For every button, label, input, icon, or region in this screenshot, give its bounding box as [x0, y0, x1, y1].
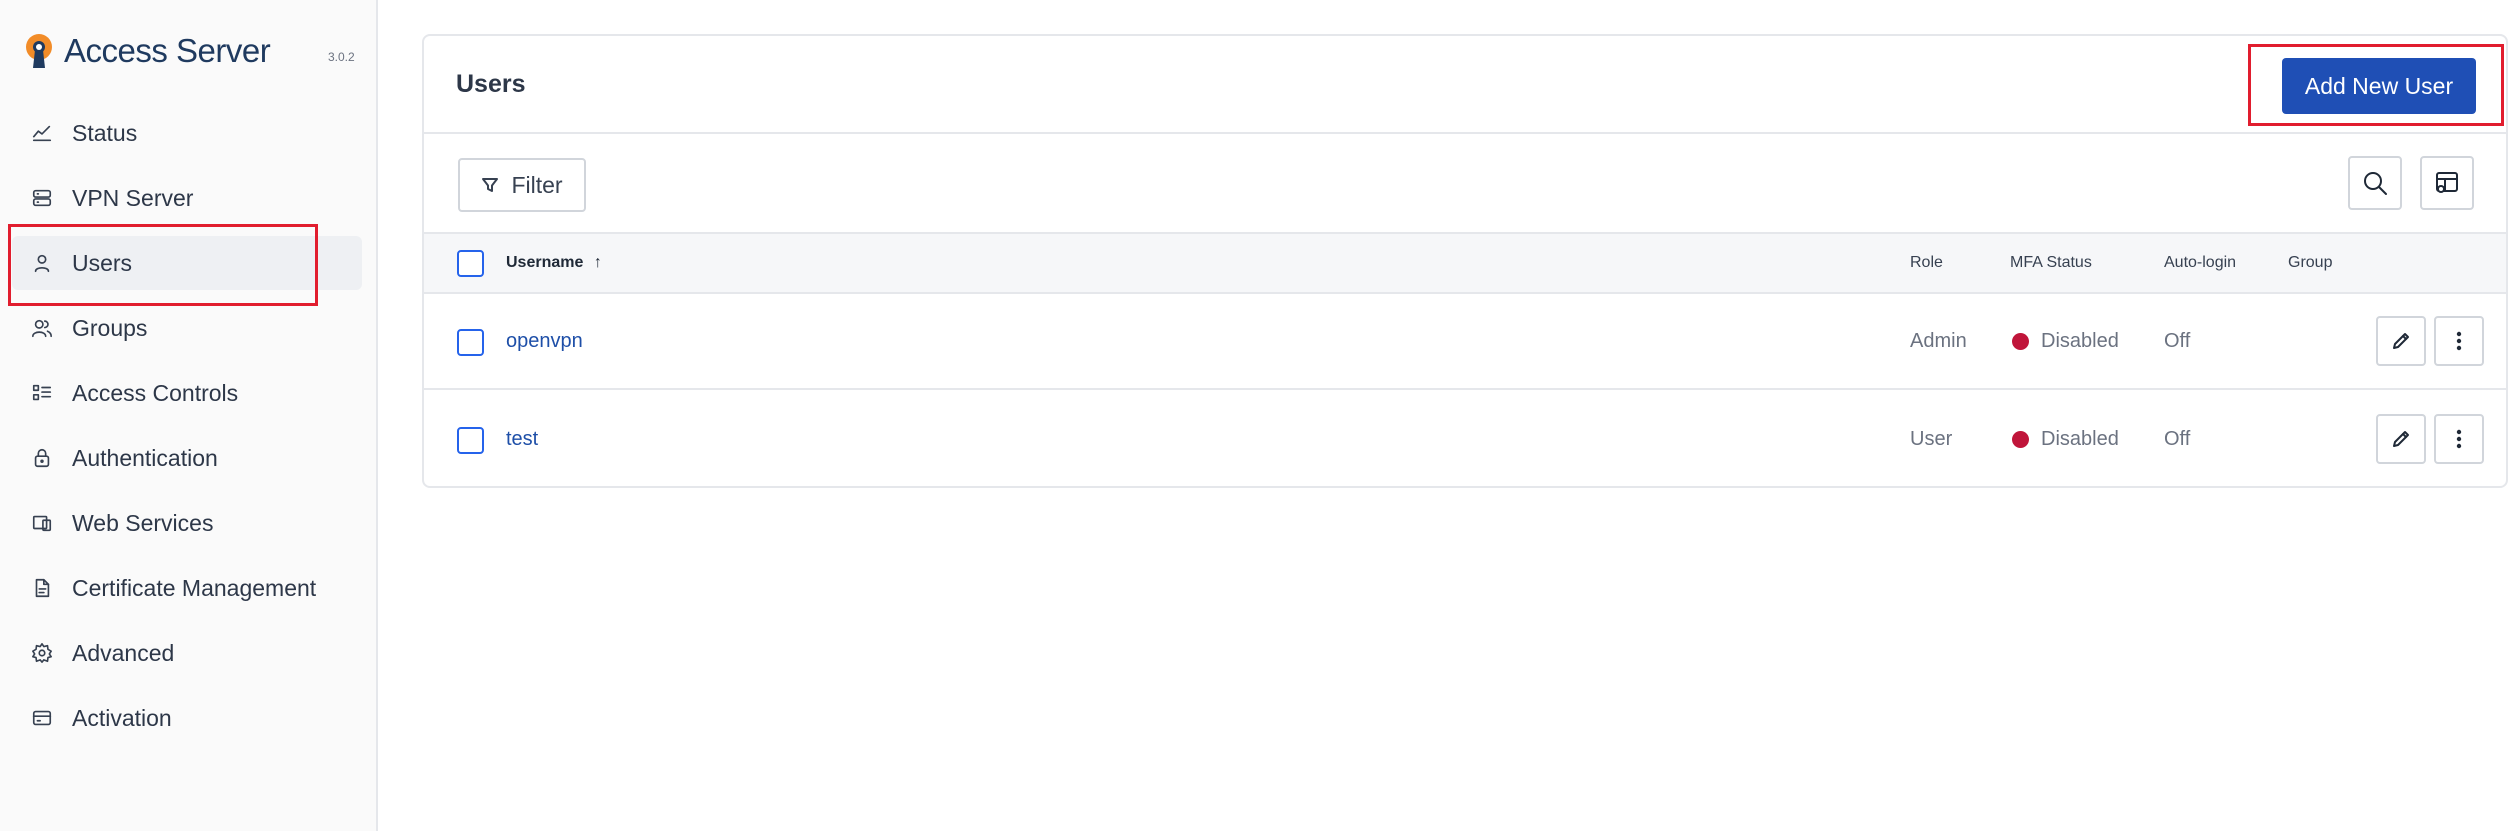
table-settings-icon	[2436, 172, 2458, 193]
pencil-icon	[2393, 431, 2409, 447]
row-checkbox[interactable]	[457, 329, 484, 356]
sidebar-item-web-services[interactable]: Web Services	[12, 496, 362, 550]
table-toolbar: Filter	[424, 134, 2506, 232]
status-chart-icon	[30, 121, 54, 145]
header-auto-login: Auto-login	[2164, 254, 2237, 271]
brand-name: Access Server	[64, 32, 271, 69]
search-button[interactable]	[2348, 156, 2402, 210]
devices-icon	[30, 511, 54, 535]
sidebar-item-groups[interactable]: Groups	[12, 301, 362, 355]
sidebar-item-label: Advanced	[72, 639, 175, 666]
app-root: Access Server 3.0.2 Status VPN Server Us…	[0, 0, 2520, 831]
row-checkbox[interactable]	[457, 427, 484, 454]
table-header: Username ↑ Role MFA Status Auto-login Gr…	[424, 232, 2506, 294]
filter-icon	[482, 178, 499, 192]
sidebar-item-advanced[interactable]: Advanced	[12, 626, 362, 680]
status-dot-icon	[2012, 333, 2029, 350]
table-settings-button[interactable]	[2420, 156, 2474, 210]
sidebar-item-label: Certificate Management	[72, 574, 317, 601]
role-cell: User	[1910, 428, 1953, 450]
sort-ascending-icon: ↑	[593, 254, 602, 271]
card-header: Users Add New User	[424, 36, 2506, 134]
table-row: test User Disabled Off	[424, 392, 2506, 488]
more-vertical-icon	[2456, 331, 2462, 351]
lock-icon	[30, 446, 54, 470]
search-icon	[2364, 172, 2387, 195]
header-role: Role	[1910, 254, 1943, 271]
users-highlight-box	[8, 224, 318, 306]
table-row: openvpn Admin Disabled Off	[424, 294, 2506, 390]
users-card: Users Add New User Filter Username ↑ Rol…	[422, 34, 2508, 488]
brand[interactable]: Access Server	[22, 30, 271, 72]
groups-icon	[30, 316, 54, 340]
role-cell: Admin	[1910, 330, 1967, 352]
document-icon	[30, 576, 54, 600]
status-dot-icon	[2012, 431, 2029, 448]
gear-icon	[30, 641, 54, 665]
auto-login-cell: Off	[2164, 428, 2191, 450]
sidebar-item-certificate-management[interactable]: Certificate Management	[12, 561, 362, 615]
filter-button[interactable]: Filter	[458, 158, 586, 212]
page-title: Users	[456, 70, 526, 98]
sidebar-item-status[interactable]: Status	[12, 106, 362, 160]
more-options-button[interactable]	[2434, 414, 2484, 464]
sidebar-item-vpn-server[interactable]: VPN Server	[12, 171, 362, 225]
pencil-icon	[2393, 333, 2409, 349]
sidebar-item-label: Authentication	[72, 444, 218, 471]
header-mfa-status: MFA Status	[2010, 254, 2092, 271]
sidebar: Access Server 3.0.2 Status VPN Server Us…	[0, 0, 378, 831]
filter-label: Filter	[511, 171, 563, 198]
mfa-status-cell: Disabled	[2012, 428, 2119, 451]
card-icon	[30, 706, 54, 730]
username-link[interactable]: test	[506, 428, 538, 451]
more-vertical-icon	[2456, 429, 2462, 449]
access-server-logo-icon	[26, 34, 52, 68]
add-user-highlight-box	[2248, 44, 2504, 126]
sidebar-item-label: Activation	[72, 704, 172, 731]
sidebar-item-authentication[interactable]: Authentication	[12, 431, 362, 485]
username-link[interactable]: openvpn	[506, 330, 583, 353]
mfa-status-cell: Disabled	[2012, 330, 2119, 353]
sidebar-item-label: Status	[72, 119, 138, 146]
sidebar-item-access-controls[interactable]: Access Controls	[12, 366, 362, 420]
edit-button[interactable]	[2376, 414, 2426, 464]
sidebar-item-label: Groups	[72, 314, 148, 341]
server-icon	[30, 186, 54, 210]
auto-login-cell: Off	[2164, 330, 2191, 352]
header-group: Group	[2288, 254, 2333, 271]
more-options-button[interactable]	[2434, 316, 2484, 366]
brand-version: 3.0.2	[328, 50, 355, 64]
select-all-checkbox[interactable]	[457, 250, 484, 277]
access-controls-icon	[30, 381, 54, 405]
sidebar-item-label: Web Services	[72, 509, 214, 536]
sidebar-item-label: VPN Server	[72, 184, 194, 211]
sidebar-nav: Status VPN Server Users Groups Access Co…	[12, 106, 362, 756]
header-username[interactable]: Username ↑	[506, 254, 602, 272]
sidebar-item-label: Access Controls	[72, 379, 239, 406]
sidebar-item-activation[interactable]: Activation	[12, 691, 362, 745]
edit-button[interactable]	[2376, 316, 2426, 366]
